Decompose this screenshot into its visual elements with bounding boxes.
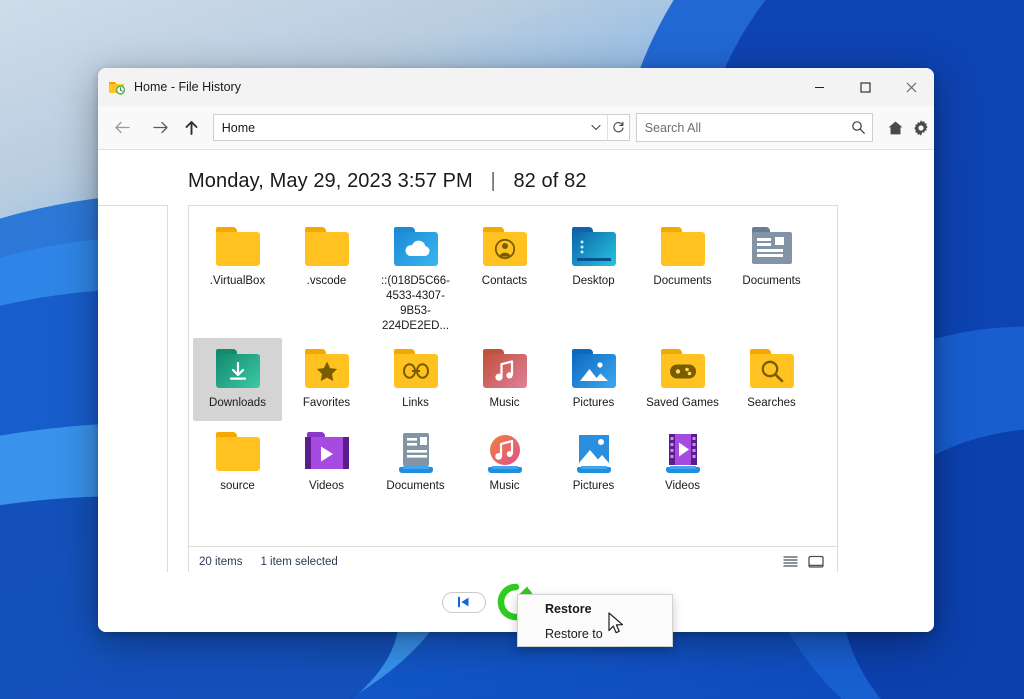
file-item[interactable]: Contacts [460, 216, 549, 338]
file-label: Documents [386, 480, 445, 492]
search-input[interactable] [636, 120, 846, 135]
file-label: Videos [309, 480, 344, 492]
refresh-icon[interactable] [606, 114, 629, 141]
chevron-down-icon[interactable] [585, 115, 607, 140]
library-documents-gray-icon [748, 224, 796, 270]
file-item[interactable]: Searches [727, 338, 816, 421]
back-button[interactable] [108, 113, 138, 143]
folder-plain-yellow-icon [303, 224, 351, 270]
file-history-window: Home - File History Home Search All Mond… [98, 68, 934, 632]
gear-icon[interactable] [908, 113, 934, 143]
file-item[interactable]: Music [460, 421, 549, 498]
folder-plain-yellow-icon [214, 429, 262, 475]
file-item[interactable]: .VirtualBox [193, 216, 282, 338]
file-item[interactable]: Documents [638, 216, 727, 338]
folder-favorites-icon [303, 346, 351, 392]
file-label: Links [402, 397, 429, 409]
folder-contacts-icon [481, 224, 529, 270]
folder-onedrive-icon [392, 224, 440, 270]
file-item[interactable]: Favorites [282, 338, 371, 421]
title-bar: Home - File History [98, 68, 934, 106]
content-view-icon[interactable] [803, 550, 829, 574]
folder-plain-yellow-icon [214, 224, 262, 270]
file-item[interactable]: Desktop [549, 216, 638, 338]
context-menu: Restore Restore to [517, 594, 673, 647]
file-item[interactable]: Saved Games [638, 338, 727, 421]
file-item[interactable]: Documents [727, 216, 816, 338]
address-bar[interactable]: Home [212, 114, 630, 141]
library-documents-icon [392, 429, 440, 475]
library-videos-icon [659, 429, 707, 475]
folder-plain-yellow-icon [659, 224, 707, 270]
file-label: Videos [665, 480, 700, 492]
file-label: Contacts [481, 275, 528, 287]
file-item[interactable]: Downloads [193, 338, 282, 421]
folder-links-icon [392, 346, 440, 392]
file-item[interactable]: source [193, 421, 282, 498]
library-music-icon [481, 429, 529, 475]
file-grid: .VirtualBox .vscode ::(018D5C66-4533-430… [189, 206, 837, 546]
file-item[interactable]: ::(018D5C66-4533-4307-9B53-224DE2ED... [371, 216, 460, 338]
file-label: Music [489, 397, 520, 409]
folder-music-icon [481, 346, 529, 392]
address-value: Home [221, 120, 256, 135]
minimize-button[interactable] [796, 68, 842, 106]
file-item[interactable]: Music [460, 338, 549, 421]
folder-videos-icon [303, 429, 351, 475]
selection-count: 1 item selected [260, 555, 338, 568]
file-label: Downloads [209, 397, 266, 409]
file-list-pane: .VirtualBox .vscode ::(018D5C66-4533-430… [188, 205, 838, 577]
file-label: Documents [653, 275, 712, 287]
folder-downloads-icon [214, 346, 262, 392]
file-item[interactable]: Pictures [549, 421, 638, 498]
file-item[interactable]: Pictures [549, 338, 638, 421]
navigation-bar: Home [98, 106, 934, 150]
folder-searches-icon [748, 346, 796, 392]
folder-desktop-icon [570, 224, 618, 270]
search-box[interactable] [635, 113, 873, 143]
folder-pictures-icon [570, 346, 618, 392]
window-controls [796, 68, 934, 106]
file-item[interactable]: .vscode [282, 216, 371, 338]
navigation-pane[interactable] [98, 205, 168, 577]
file-label: Saved Games [646, 397, 719, 409]
file-label: source [220, 480, 255, 492]
bottom-toolbar [98, 572, 934, 632]
up-button[interactable] [177, 113, 207, 143]
file-label: .vscode [306, 275, 347, 287]
library-pictures-icon [570, 429, 618, 475]
file-label: Searches [747, 397, 796, 409]
home-icon[interactable] [883, 113, 909, 143]
file-item[interactable]: Documents [371, 421, 460, 498]
file-label: Favorites [302, 397, 351, 409]
file-label: ::(018D5C66-4533-4307-9B53-224DE2ED... [380, 275, 451, 332]
file-label: .VirtualBox [209, 275, 266, 287]
folder-history-icon [108, 78, 126, 96]
list-view-icon[interactable] [777, 550, 803, 574]
forward-button[interactable] [146, 113, 176, 143]
header-separator: | [490, 170, 496, 192]
file-label: Music [489, 480, 520, 492]
folder-saved-games-icon [659, 346, 707, 392]
context-menu-item[interactable]: Restore to [518, 621, 672, 646]
file-item[interactable]: Videos [638, 421, 727, 498]
window-title: Home - File History [134, 80, 241, 94]
search-icon[interactable] [846, 113, 872, 143]
header-date: Monday, May 29, 2023 3:57 PM [188, 170, 473, 192]
item-count: 20 items [199, 555, 243, 568]
file-label: Pictures [572, 397, 615, 409]
previous-version-icon[interactable] [442, 591, 486, 613]
file-item[interactable]: Videos [282, 421, 371, 498]
file-label: Documents [742, 275, 801, 287]
date-header: Monday, May 29, 2023 3:57 PM | 82 of 82 [98, 150, 934, 205]
file-label: Desktop [572, 275, 615, 287]
close-button[interactable] [888, 68, 934, 106]
file-label: Pictures [572, 480, 615, 492]
maximize-button[interactable] [842, 68, 888, 106]
header-counter: 82 of 82 [513, 170, 587, 192]
context-menu-item[interactable]: Restore [518, 596, 672, 621]
mouse-cursor [608, 612, 625, 641]
file-item[interactable]: Links [371, 338, 460, 421]
